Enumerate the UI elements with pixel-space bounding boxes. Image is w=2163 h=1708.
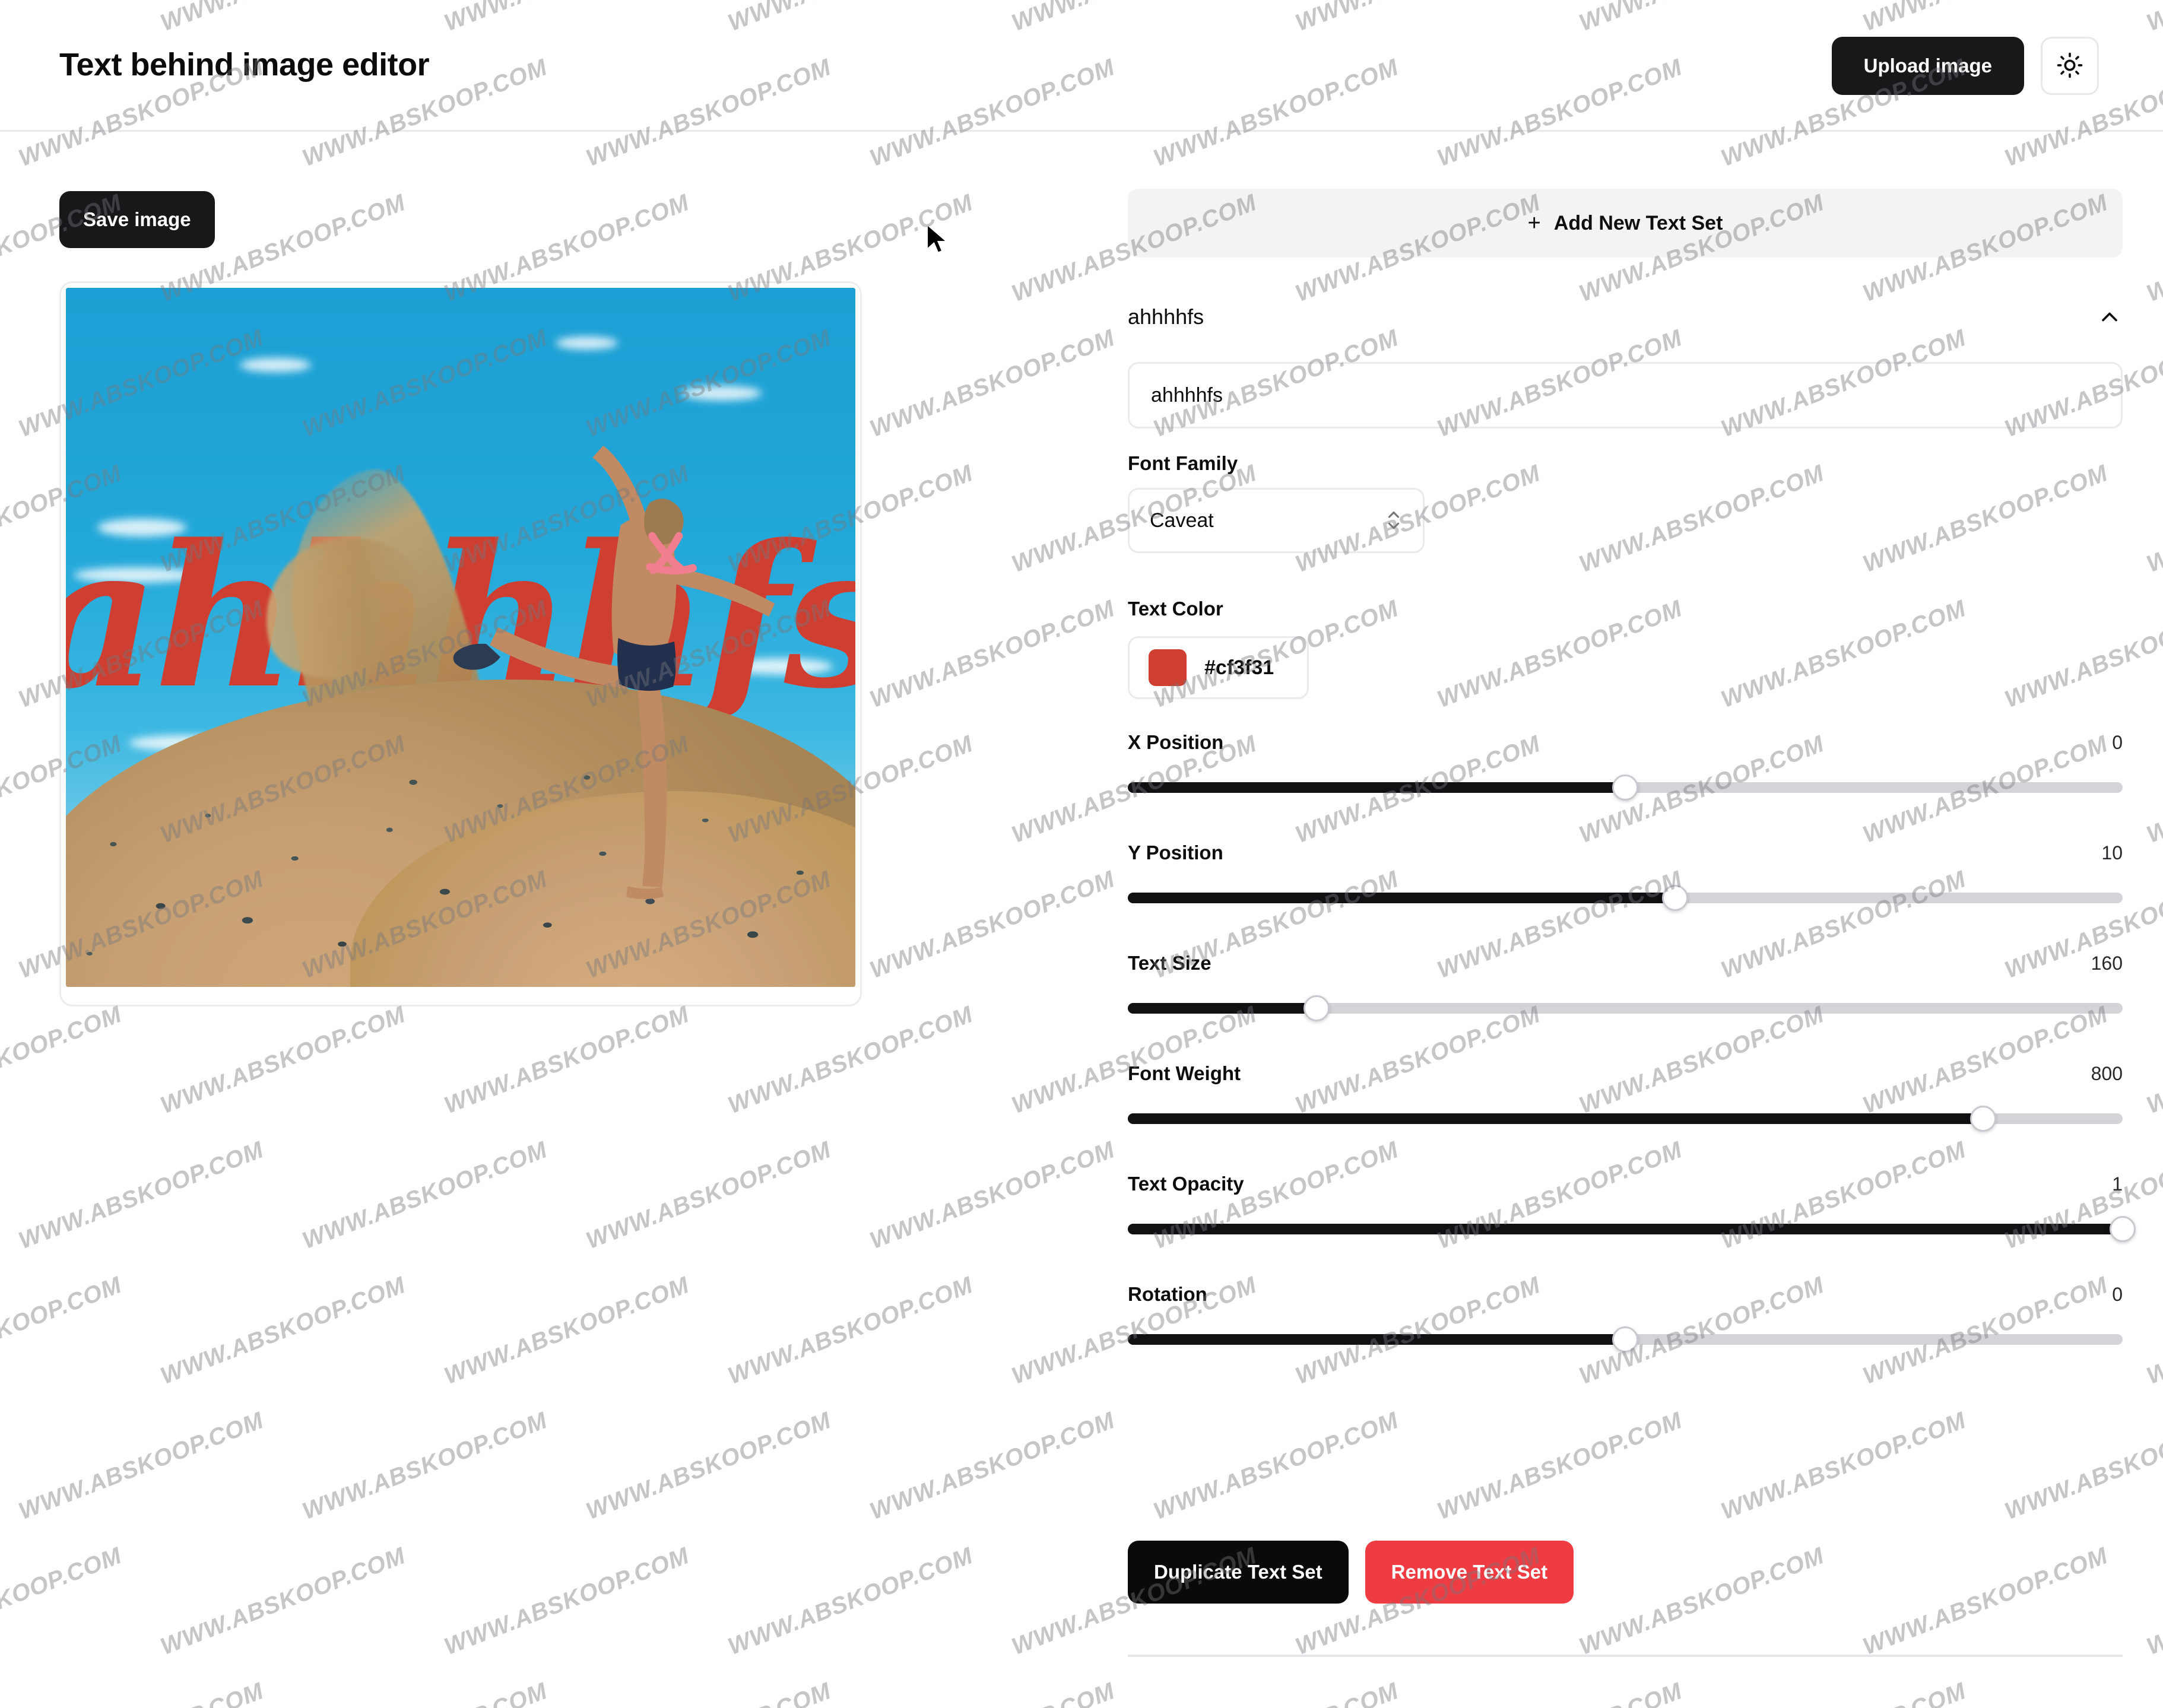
- text-set-header[interactable]: ahhhhfs: [1128, 291, 2123, 343]
- slider-value: 800: [2091, 1063, 2123, 1084]
- sun-icon: [2057, 52, 2083, 80]
- panel-divider: [1128, 1655, 2123, 1657]
- slider-head: Font Weight 800: [1128, 1062, 2123, 1088]
- slider-thumb[interactable]: [1303, 995, 1330, 1021]
- slider-label: Text Size: [1128, 952, 1211, 974]
- slider-track[interactable]: [1128, 995, 2123, 1021]
- text-color-swatch-button[interactable]: #cf3f31: [1128, 636, 1309, 699]
- slider-rotation: Rotation 0: [1128, 1283, 2123, 1353]
- slider-value: 0: [2112, 1284, 2123, 1305]
- slider-label: Rotation: [1128, 1283, 1207, 1305]
- slider-x-position: X Position 0: [1128, 731, 2123, 801]
- slider-head: Text Opacity 1: [1128, 1173, 2123, 1199]
- slider-track[interactable]: [1128, 1106, 2123, 1132]
- slider-value: 10: [2101, 842, 2123, 863]
- slider-value: 0: [2112, 732, 2123, 753]
- left-pane: Save image ahhhhfs: [0, 132, 1082, 1708]
- slider-head: Text Size 160: [1128, 952, 2123, 978]
- slider-thumb[interactable]: [1661, 885, 1688, 911]
- watermark-text: WWW.ABSKOOP.COM: [2143, 731, 2163, 849]
- slider-label: X Position: [1128, 731, 1224, 753]
- slider-head: X Position 0: [1128, 731, 2123, 757]
- duplicate-text-set-button[interactable]: Duplicate Text Set: [1128, 1541, 1349, 1604]
- slider-font-weight: Font Weight 800: [1128, 1062, 2123, 1132]
- slider-track[interactable]: [1128, 1326, 2123, 1353]
- watermark-text: WWW.ABSKOOP.COM: [2143, 1001, 2163, 1119]
- slider-track[interactable]: [1128, 1216, 2136, 1242]
- text-value-input[interactable]: [1128, 362, 2123, 428]
- slider-fill: [1128, 1003, 1317, 1014]
- font-family-label: Font Family: [1128, 452, 1238, 474]
- slider-fill: [1128, 893, 1675, 903]
- text-color-label: Text Color: [1128, 598, 1223, 620]
- header-actions: Upload image: [1831, 37, 2099, 95]
- watermark-text: WWW.ABSKOOP.COM: [2143, 460, 2163, 578]
- slider-fill: [1128, 782, 1625, 793]
- slider-text-opacity: Text Opacity 1: [1128, 1173, 2136, 1242]
- slider-value: 1: [2112, 1173, 2123, 1195]
- save-image-button[interactable]: Save image: [59, 191, 215, 248]
- remove-text-set-button[interactable]: Remove Text Set: [1365, 1541, 1574, 1604]
- slider-text-size: Text Size 160: [1128, 952, 2123, 1021]
- slider-thumb[interactable]: [1970, 1106, 1997, 1132]
- slider-thumb[interactable]: [2110, 1216, 2136, 1242]
- slider-label: Y Position: [1128, 842, 1223, 863]
- theme-toggle-button[interactable]: [2041, 37, 2099, 95]
- app-header: Text behind image editor Upload image: [0, 0, 2163, 132]
- slider-label: Font Weight: [1128, 1062, 1241, 1084]
- slider-thumb[interactable]: [1612, 1326, 1638, 1353]
- text-sets-panel: + Add New Text Set ahhhhfs Font Family C…: [1116, 132, 2136, 1708]
- text-color-value: #cf3f31: [1204, 656, 1274, 679]
- watermark-text: WWW.ABSKOOP.COM: [2143, 1272, 2163, 1390]
- plus-icon: +: [1527, 211, 1541, 236]
- chevron-up-down-icon: [1385, 508, 1403, 533]
- slider-track[interactable]: [1128, 885, 2123, 911]
- color-chip: [1149, 649, 1187, 686]
- text-set-actions: Duplicate Text Set Remove Text Set: [1128, 1541, 1574, 1604]
- watermark-text: WWW.ABSKOOP.COM: [2143, 189, 2163, 307]
- slider-head: Y Position 10: [1128, 842, 2123, 868]
- image-preview-card[interactable]: ahhhhfs: [59, 281, 862, 1007]
- slider-track[interactable]: [1128, 774, 2123, 801]
- slider-fill: [1128, 1334, 1625, 1345]
- page-title: Text behind image editor: [59, 47, 430, 82]
- watermark-text: WWW.ABSKOOP.COM: [2143, 1542, 2163, 1661]
- slider-value: 160: [2091, 953, 2123, 974]
- slider-fill: [1128, 1113, 1984, 1124]
- image-canvas: ahhhhfs: [66, 288, 855, 987]
- slider-y-position: Y Position 10: [1128, 842, 2123, 911]
- font-family-value: Caveat: [1150, 509, 1214, 532]
- slider-label: Text Opacity: [1128, 1173, 1244, 1195]
- slider-fill: [1128, 1224, 2123, 1234]
- slider-head: Rotation 0: [1128, 1283, 2123, 1309]
- font-family-select[interactable]: Caveat: [1128, 488, 1425, 553]
- chevron-up-icon[interactable]: [2097, 304, 2123, 330]
- add-new-text-set-button[interactable]: + Add New Text Set: [1128, 189, 2123, 258]
- dancer-figure: [453, 446, 775, 899]
- text-set-title: ahhhhfs: [1128, 304, 1204, 329]
- add-new-text-set-label: Add New Text Set: [1553, 211, 1723, 234]
- upload-image-button[interactable]: Upload image: [1831, 37, 2024, 95]
- slider-thumb[interactable]: [1612, 774, 1638, 801]
